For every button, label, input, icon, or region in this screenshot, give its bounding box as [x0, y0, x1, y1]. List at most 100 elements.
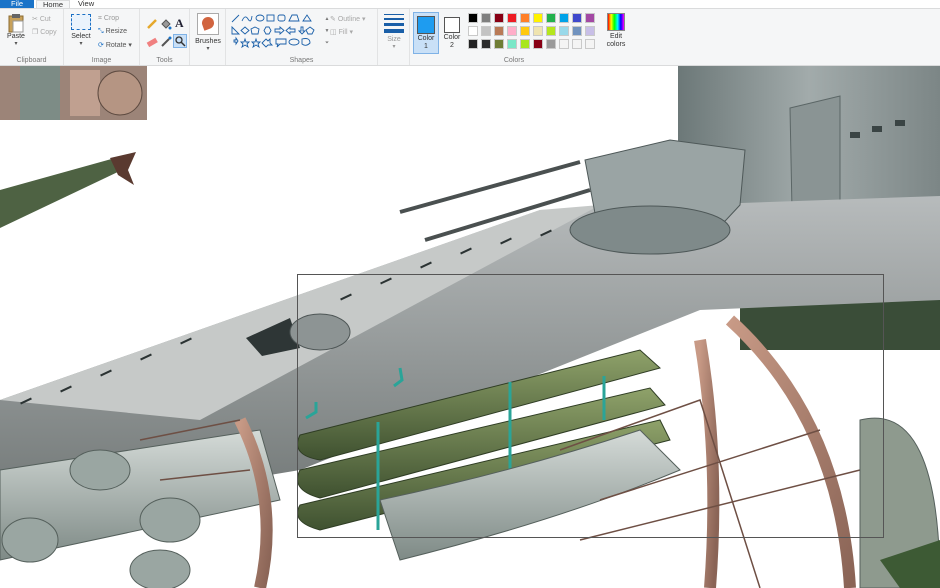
- palette-swatch[interactable]: [572, 39, 582, 49]
- eraser-icon[interactable]: [146, 36, 158, 48]
- palette-swatch[interactable]: [533, 39, 543, 49]
- palette-swatch[interactable]: [585, 39, 595, 49]
- palette-swatch[interactable]: [559, 13, 569, 23]
- brushes-group: Brushes ▾: [190, 9, 226, 65]
- select-button[interactable]: Select ▾: [68, 14, 94, 47]
- line-width-icon: [384, 14, 404, 33]
- palette-swatch[interactable]: [585, 13, 595, 23]
- select-rectangle-icon: [71, 14, 91, 30]
- color-wheel-icon: [607, 13, 625, 31]
- color-picker-icon[interactable]: [160, 36, 172, 48]
- rotate-button[interactable]: ⟳ Rotate ▾: [98, 41, 132, 49]
- tab-view[interactable]: View: [72, 0, 100, 8]
- selection-rectangle[interactable]: [297, 274, 884, 538]
- palette-swatch[interactable]: [507, 13, 517, 23]
- palette-swatch[interactable]: [546, 13, 556, 23]
- palette-swatch[interactable]: [468, 26, 478, 36]
- brush-icon: [197, 13, 219, 35]
- paste-label: Paste: [7, 33, 25, 40]
- select-dropdown-icon: ▾: [79, 41, 83, 47]
- image-group-label: Image: [91, 57, 112, 64]
- palette-swatch[interactable]: [468, 13, 478, 23]
- crop-button[interactable]: ⌗ Crop: [98, 15, 119, 23]
- paste-button[interactable]: Paste ▾: [4, 13, 28, 53]
- palette-swatch[interactable]: [481, 13, 491, 23]
- palette-swatch[interactable]: [494, 26, 504, 36]
- image-group: Select ▾ ⌗ Crop ⤡ Resize ⟳ Rotate ▾ Imag…: [64, 9, 140, 65]
- resize-button[interactable]: ⤡ Resize: [98, 28, 127, 36]
- clipboard-group-label: Clipboard: [16, 57, 47, 64]
- tools-group: A Tools: [140, 9, 190, 65]
- edit-colors-label: Edit: [609, 33, 623, 40]
- palette-swatch[interactable]: [481, 39, 491, 49]
- select-label: Select: [71, 33, 91, 40]
- palette-swatch[interactable]: [533, 13, 543, 23]
- size-dropdown-icon: ▾: [392, 44, 396, 50]
- palette-swatch[interactable]: [546, 26, 556, 36]
- pencil-icon[interactable]: [146, 18, 158, 30]
- palette-swatch[interactable]: [533, 26, 543, 36]
- drawing-canvas[interactable]: [0, 66, 940, 588]
- size-group: Size ▾: [378, 9, 410, 65]
- copy-button[interactable]: ❐ Copy: [32, 28, 57, 36]
- palette-swatch[interactable]: [572, 26, 582, 36]
- color2-swatch: [444, 17, 460, 33]
- palette-swatch[interactable]: [559, 26, 569, 36]
- size-button[interactable]: Size ▾: [382, 14, 406, 50]
- palette-swatch[interactable]: [507, 26, 517, 36]
- magnifier-button[interactable]: [173, 34, 187, 48]
- palette-swatch[interactable]: [494, 39, 504, 49]
- palette-swatch[interactable]: [507, 39, 517, 49]
- cut-button[interactable]: ✂ Cut: [32, 15, 51, 23]
- resize-label: Resize: [105, 28, 127, 35]
- palette-swatch[interactable]: [520, 13, 530, 23]
- outline-icon: ✎: [330, 16, 336, 23]
- palette-swatch[interactable]: [481, 26, 491, 36]
- crop-icon: ⌗: [98, 15, 102, 22]
- fill-bucket-icon[interactable]: [160, 18, 172, 30]
- palette-swatch[interactable]: [520, 39, 530, 49]
- palette-swatch[interactable]: [559, 39, 569, 49]
- tools-group-label: Tools: [156, 57, 173, 64]
- scroll-more-icon: ⏷: [324, 40, 329, 46]
- edit-colors-button[interactable]: Edit colors: [602, 13, 630, 49]
- fill-dropdown-icon: ▾: [349, 29, 353, 36]
- rotate-icon: ⟳: [98, 42, 104, 49]
- tab-home[interactable]: Home: [36, 0, 71, 9]
- fill-label: Fill: [338, 29, 348, 36]
- shapes-gallery[interactable]: [230, 13, 322, 49]
- fill-button[interactable]: ◫ Fill ▾: [330, 28, 353, 36]
- fill-icon: ◫: [330, 29, 337, 36]
- outline-button[interactable]: ✎ Outline ▾: [330, 15, 365, 23]
- palette-swatch[interactable]: [585, 26, 595, 36]
- ribbon: Paste ▾ ✂ Cut ❐ Copy Clipboard Select ▾ …: [0, 8, 940, 66]
- brushes-button[interactable]: Brushes ▾: [193, 13, 223, 52]
- copy-icon: ❐: [32, 29, 39, 36]
- clipboard-group: Paste ▾ ✂ Cut ❐ Copy Clipboard: [0, 9, 64, 65]
- magnifier-icon: [175, 36, 186, 47]
- edit-colors-label-2: colors: [606, 41, 626, 48]
- color1-label: Color: [417, 35, 435, 42]
- scissors-icon: ✂: [32, 16, 38, 23]
- shapes-group-label: Shapes: [289, 57, 314, 64]
- crop-label: Crop: [103, 15, 120, 22]
- rotate-label: Rotate: [105, 42, 127, 49]
- color1-number: 1: [424, 43, 428, 50]
- palette-swatch[interactable]: [494, 13, 504, 23]
- palette-swatch[interactable]: [546, 39, 556, 49]
- color2-button[interactable]: Color 2: [440, 12, 464, 54]
- rotate-dropdown-icon: ▾: [128, 42, 132, 49]
- color-palette: [468, 13, 600, 53]
- size-label: Size: [387, 36, 401, 43]
- palette-swatch[interactable]: [520, 26, 530, 36]
- color1-button[interactable]: Color 1: [413, 12, 439, 54]
- tab-file[interactable]: File: [0, 0, 34, 8]
- paste-dropdown-icon: ▾: [14, 41, 18, 47]
- color1-swatch: [417, 16, 435, 34]
- text-tool-icon[interactable]: A: [175, 16, 184, 31]
- palette-swatch[interactable]: [572, 13, 582, 23]
- outline-dropdown-icon: ▾: [361, 16, 366, 23]
- brushes-dropdown-icon: ▾: [206, 46, 210, 52]
- color2-label: Color: [443, 34, 461, 41]
- palette-swatch[interactable]: [468, 39, 478, 49]
